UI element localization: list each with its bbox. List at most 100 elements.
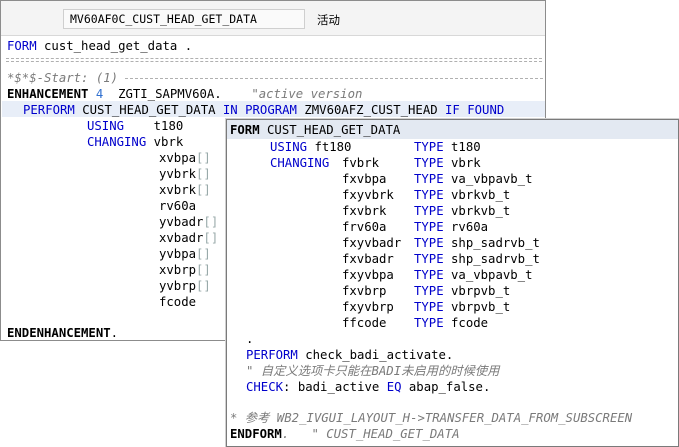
popup-line-endform: ENDFORM. " CUST_HEAD_GET_DATA [230,426,460,442]
param-name: xvbrp [159,263,197,277]
type-name: vbrkvb_t [451,188,511,202]
popup-param: fxvbrp [342,284,387,298]
popup-param: fxvbpa [342,172,387,186]
using-type: t180 [451,140,481,154]
using-param: ft180 [314,140,352,154]
popup-type: TYPE vbrpvb_t [414,283,510,299]
popup-param: fxyvbrk [342,188,394,202]
param-name: xvbpa [159,151,197,165]
form-dot: . [177,39,193,53]
popup-type: TYPE fcode [414,315,488,331]
param-name: yvbpa [159,247,197,261]
param-bracket: [] [196,151,211,165]
popup-type: TYPE vbrkvb_t [414,187,510,203]
status-label: 活动 [317,13,340,27]
code-line-param: fcode [159,294,196,310]
enhancement-id: ZGTI_SAPMV60A. [118,87,222,101]
param-bracket: [] [196,279,211,293]
popup-type: TYPE shp_sadrvb_t [414,235,540,251]
type-name: va_vbpavb_t [451,172,533,186]
popup-param: fxvbrk [342,204,387,218]
popup-type: TYPE vbrpvb_t [414,299,510,315]
param-bracket: [] [196,263,211,277]
popup-line-using: USING ft180 [270,139,351,155]
keyword-type: TYPE [414,220,444,234]
endenhancement-dot: . [110,326,119,340]
code-line-param: yvbrp[] [159,278,211,294]
perform-program: ZMV60AFZ_CUST_HEAD [304,103,438,117]
separator-line [6,58,542,59]
keyword-form: FORM [230,123,260,137]
code-line-enhancement: ENHANCEMENT 4 ZGTI_SAPMV60A. "active ver… [7,86,362,102]
code-line-param: rv60a [159,198,196,214]
keyword-type: TYPE [414,300,444,314]
param-name: xvbadr [159,231,204,245]
param-bracket: [] [196,183,211,197]
code-line-changing: CHANGING vbrk [87,134,183,150]
keyword-type: TYPE [414,252,444,266]
param-name: yvbadr [159,215,204,229]
code-line-using: USING t180 [87,118,183,134]
code-line-param: yvbadr[] [159,214,218,230]
keyword-changing: CHANGING [270,156,330,170]
start-marker-dash [125,78,543,79]
keyword-perform: PERFORM [23,103,75,117]
code-line-param: yvbrk[] [159,166,211,182]
type-name: vbrkvb_t [451,204,511,218]
popup-param: fvbrk [342,156,380,170]
keyword-if-found: IF FOUND [445,103,505,117]
keyword-type: TYPE [414,284,444,298]
popup-type: TYPE shp_sadrvb_t [414,251,540,267]
popup-line-using-type: TYPE t180 [414,139,481,155]
keyword-in-program: IN PROGRAM [222,103,297,117]
program-name-field[interactable]: MV60AF0C_CUST_HEAD_GET_DATA [63,9,305,29]
keyword-form: FORM [7,39,37,53]
check-condition: : badi_active [283,380,380,394]
keyword-type: TYPE [414,236,444,250]
keyword-type: TYPE [414,156,444,170]
type-name: rv60a [451,220,489,234]
keyword-perform: PERFORM [246,348,298,362]
keyword-check: CHECK [246,380,284,394]
code-line-start-marker: *$*$-Start: (1) [7,71,119,85]
popup-comment-reference: * 参考 WB2_IVGUI_LAYOUT_H->TRANSFER_DATA_F… [230,411,633,425]
popup-param: fxvbadr [342,252,394,266]
popup-type: TYPE va_vbpavb_t [414,267,532,283]
keyword-using: USING [87,119,125,133]
keyword-type: TYPE [414,172,444,186]
keyword-type: TYPE [414,140,444,154]
param-name: xvbrk [159,183,197,197]
type-name: shp_sadrvb_t [451,236,540,250]
keyword-type: TYPE [414,204,444,218]
keyword-eq: EQ [386,380,402,394]
type-name: fcode [451,316,489,330]
enhancement-comment: "active version [251,87,363,101]
enhancement-number: 4 [95,87,104,101]
popup-type: TYPE vbrkvb_t [414,203,510,219]
keyword-type: TYPE [414,188,444,202]
popup-type: TYPE va_vbpavb_t [414,171,532,187]
type-name: va_vbpavb_t [451,268,533,282]
code-line-form: FORM cust_head_get_data . [7,38,192,54]
code-line-param: yvbpa[] [159,246,211,262]
popup-param: fxyvbrp [342,300,394,314]
param-bracket: [] [196,167,211,181]
code-line-param: xvbpa[] [159,150,211,166]
separator-line [6,61,542,62]
form-name: CUST_HEAD_GET_DATA [267,123,401,137]
popup-param: fxyvbpa [342,268,394,282]
popup-param: ffcode [342,316,387,330]
editor-header: MV60AF0C_CUST_HEAD_GET_DATA 活动 [1,1,545,36]
param-bracket: [] [203,215,219,229]
popup-line-perform: PERFORM check_badi_activate. [246,347,453,363]
popup-line-changing: CHANGING [270,155,329,171]
code-line-param: xvbrp[] [159,262,211,278]
type-name: shp_sadrvb_t [451,252,540,266]
type-name: vbrk [451,156,481,170]
code-line-param: xvbrk[] [159,182,211,198]
popup-param: fxyvbadr [342,236,402,250]
code-line-param: xvbadr[] [159,230,218,246]
type-name: vbrpvb_t [451,284,511,298]
keyword-endenhancement: ENDENHANCEMENT [7,326,111,340]
keyword-using: USING [270,140,308,154]
